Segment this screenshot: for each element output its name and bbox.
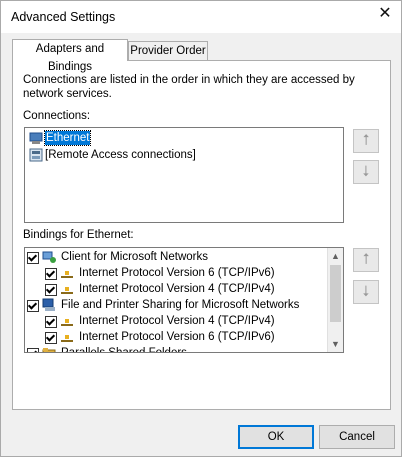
- window-title: Advanced Settings: [11, 10, 116, 24]
- network-client-icon: [42, 251, 56, 263]
- connections-list[interactable]: Ethernet [Remote Access connections]: [24, 127, 344, 223]
- protocol-icon: [61, 319, 73, 326]
- tab-panel: Connections are listed in the order in w…: [12, 60, 391, 410]
- scroll-down-icon[interactable]: ▼: [328, 336, 343, 352]
- connections-label: Connections:: [23, 110, 91, 122]
- protocol-icon: [61, 287, 73, 294]
- tab-provider-order[interactable]: Provider Order: [128, 41, 208, 61]
- advanced-settings-dialog: Advanced Settings ✕ Adapters and Binding…: [0, 0, 402, 457]
- binding-checkbox[interactable]: [45, 268, 57, 280]
- close-icon[interactable]: ✕: [371, 3, 399, 25]
- tab-adapters-and-bindings[interactable]: Adapters and Bindings: [12, 39, 128, 73]
- protocol-icon: [61, 335, 73, 342]
- connection-move-down-button[interactable]: ⭣: [353, 160, 379, 184]
- file-printer-sharing-icon: [42, 298, 55, 311]
- connection-label: Ethernet: [43, 130, 92, 146]
- binding-label: Parallels Shared Folders: [61, 347, 187, 353]
- remote-access-icon: [29, 148, 43, 162]
- scroll-up-icon[interactable]: ▲: [328, 248, 343, 264]
- binding-label: Internet Protocol Version 4 (TCP/IPv4): [79, 315, 275, 327]
- cancel-button[interactable]: Cancel: [319, 425, 395, 449]
- binding-label: File and Printer Sharing for Microsoft N…: [61, 299, 300, 311]
- binding-checkbox[interactable]: [27, 300, 39, 312]
- ok-button[interactable]: OK: [238, 425, 314, 449]
- tab-label: Provider Order: [130, 45, 206, 57]
- binding-label: Internet Protocol Version 6 (TCP/IPv6): [79, 267, 275, 279]
- binding-label: Client for Microsoft Networks: [61, 251, 208, 263]
- protocol-icon: [61, 271, 73, 278]
- binding-label: Internet Protocol Version 6 (TCP/IPv6): [79, 331, 275, 343]
- binding-label: Internet Protocol Version 4 (TCP/IPv4): [79, 283, 275, 295]
- scrollbar-thumb[interactable]: [330, 265, 341, 322]
- shared-folders-icon: [42, 348, 56, 352]
- bindings-scrollbar[interactable]: ▲ ▼: [327, 248, 343, 352]
- connection-move-up-button[interactable]: ⭡: [353, 129, 379, 153]
- binding-checkbox[interactable]: [45, 316, 57, 328]
- ethernet-adapter-icon: [29, 132, 43, 144]
- title-bar[interactable]: Advanced Settings ✕: [1, 1, 401, 33]
- binding-move-up-button[interactable]: ⭡: [353, 248, 379, 272]
- binding-checkbox[interactable]: [45, 332, 57, 344]
- binding-checkbox[interactable]: [27, 348, 39, 352]
- binding-move-down-button[interactable]: ⭣: [353, 280, 379, 304]
- bindings-label: Bindings for Ethernet:: [23, 229, 134, 241]
- bindings-list[interactable]: Client for Microsoft Networks Internet P…: [24, 247, 344, 353]
- binding-checkbox[interactable]: [45, 284, 57, 296]
- connection-label: [Remote Access connections]: [45, 149, 196, 161]
- description-text: Connections are listed in the order in w…: [23, 74, 355, 100]
- binding-checkbox[interactable]: [27, 252, 39, 264]
